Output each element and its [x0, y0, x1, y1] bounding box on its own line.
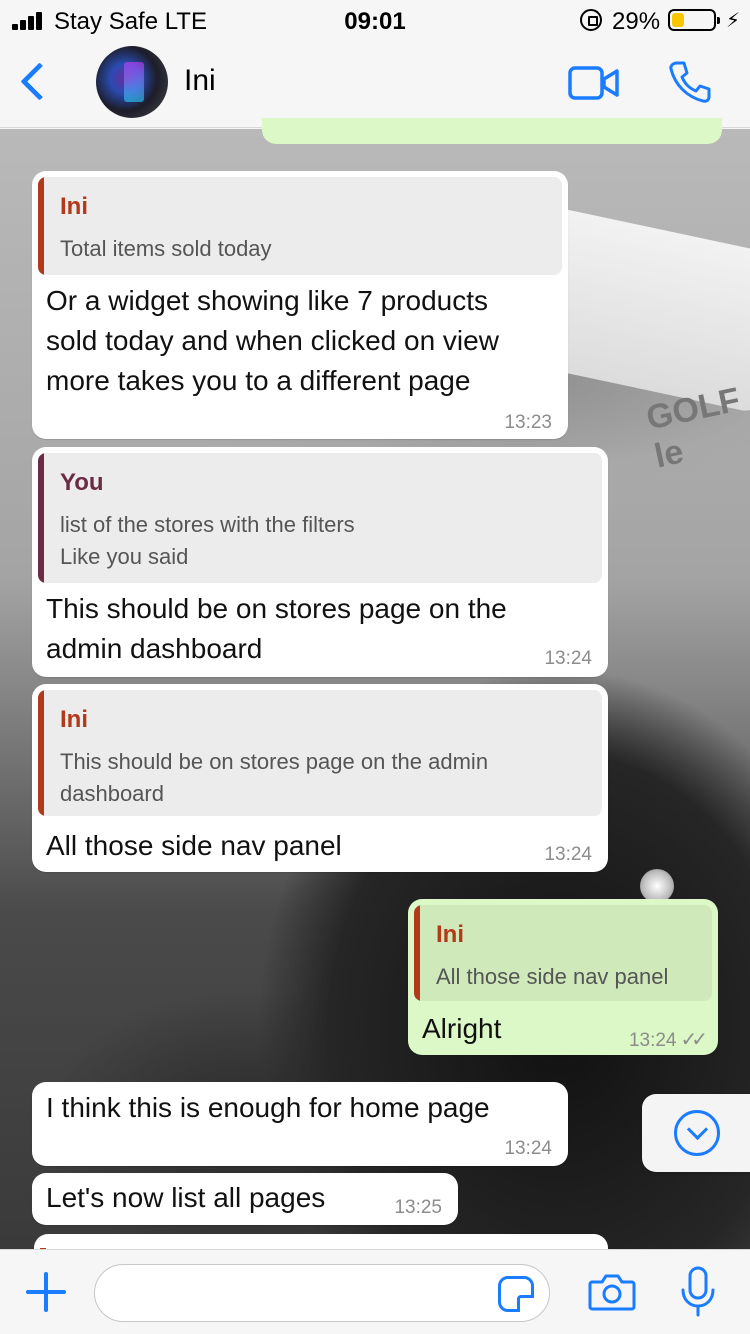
message-input[interactable]	[94, 1264, 550, 1322]
camera-icon[interactable]	[588, 1272, 636, 1312]
message-bubble-outgoing[interactable]: Ini All those side nav panel Alright 13:…	[408, 899, 718, 1055]
partial-message-top[interactable]	[262, 118, 722, 144]
status-bar: Stay Safe LTE 09:01 29% ⚡︎	[0, 0, 750, 40]
quote-text: All those side nav panel	[436, 964, 669, 989]
wallpaper-hat-text: GOLF le	[642, 380, 744, 476]
chat-header: Ini	[0, 40, 750, 128]
message-composer	[0, 1249, 750, 1334]
orientation-lock-icon	[580, 9, 602, 31]
message-text: I think this is enough for home page	[46, 1088, 490, 1128]
wallpaper-earring	[640, 869, 674, 903]
message-time: 13:25	[394, 1197, 442, 1218]
message-bubble[interactable]: I think this is enough for home page 13:…	[32, 1082, 568, 1166]
message-time: 13:23	[504, 412, 552, 433]
message-line: Or a widget showing like 7 products	[46, 285, 488, 316]
scroll-to-bottom-button[interactable]	[642, 1094, 750, 1172]
message-time: 13:24 ✓✓	[628, 1027, 708, 1052]
message-text: Or a widget showing like 7 products sold…	[46, 281, 499, 401]
reply-quote[interactable]: Ini Total items sold today	[38, 177, 562, 275]
message-line: All those side nav panel	[46, 830, 342, 861]
quote-author: Ini	[60, 706, 88, 733]
message-line: more takes you to a different page	[46, 365, 471, 396]
quote-text: list of the stores with the filters Like…	[60, 512, 355, 569]
quote-text: Total items sold today	[60, 236, 272, 261]
message-line: Alright	[422, 1013, 502, 1044]
reply-quote[interactable]: Ini This should be on stores page on the…	[38, 690, 602, 816]
quote-bar	[38, 453, 44, 583]
quote-author: Ini	[60, 193, 88, 220]
quote-bar	[38, 177, 44, 275]
quote-author: Ini	[436, 921, 464, 948]
message-line: I think this is enough for home page	[46, 1092, 490, 1123]
message-bubble[interactable]: You list of the stores with the filters …	[32, 447, 608, 677]
battery-percent: 29%	[612, 8, 661, 35]
avatar[interactable]	[96, 46, 168, 118]
microphone-icon[interactable]	[678, 1266, 718, 1318]
message-text: This should be on stores page on the adm…	[46, 589, 507, 669]
message-line: admin dashboard	[46, 633, 263, 664]
quote-bar	[414, 905, 420, 1001]
message-bubble[interactable]: Let's now list all pages 13:25	[32, 1173, 458, 1225]
read-receipt-icon: ✓✓	[680, 1029, 707, 1051]
message-line: This should be on stores page on the	[46, 593, 507, 624]
message-time: 13:24	[544, 648, 592, 669]
voice-call-icon[interactable]	[668, 60, 712, 104]
message-bubble[interactable]: Ini Total items sold today Or a widget s…	[32, 171, 568, 439]
message-time: 13:24	[504, 1138, 552, 1159]
reply-quote[interactable]: Ini All those side nav panel	[414, 905, 712, 1001]
message-time-text: 13:24	[628, 1030, 677, 1051]
battery-fill	[672, 13, 684, 27]
plus-icon[interactable]	[24, 1270, 68, 1314]
message-text: Alright	[422, 1009, 501, 1049]
video-call-icon[interactable]	[568, 64, 620, 102]
message-text: Let's now list all pages	[46, 1178, 325, 1218]
sticker-icon[interactable]	[498, 1276, 534, 1312]
quote-text: This should be on stores page on the adm…	[60, 749, 489, 806]
reply-quote[interactable]: You list of the stores with the filters …	[38, 453, 602, 583]
contact-name[interactable]: Ini	[184, 64, 216, 98]
charging-icon: ⚡︎	[726, 10, 741, 32]
back-button[interactable]	[14, 58, 54, 110]
chevron-down-icon	[674, 1110, 720, 1156]
quote-author: You	[60, 469, 104, 496]
message-time: 13:24	[544, 844, 592, 865]
message-line: Let's now list all pages	[46, 1182, 326, 1213]
message-bubble[interactable]: Ini This should be on stores page on the…	[32, 684, 608, 872]
message-line: sold today and when clicked on view	[46, 325, 499, 356]
battery-icon	[668, 9, 720, 31]
message-text: All those side nav panel	[46, 826, 342, 866]
quote-bar	[38, 690, 44, 816]
